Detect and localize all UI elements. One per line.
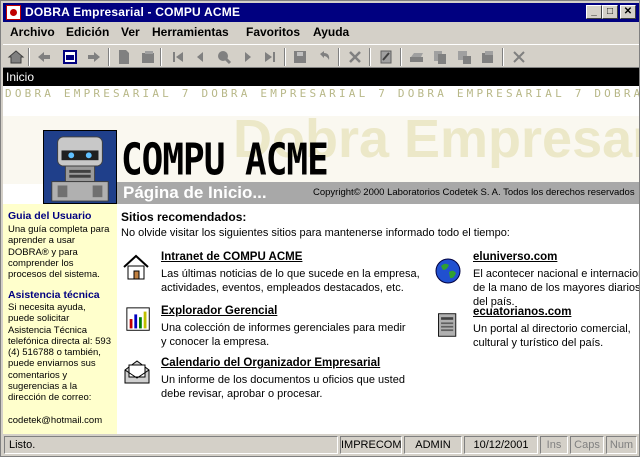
support-email-link[interactable]: codetek@hotmail.com	[8, 415, 114, 426]
toolbar-separator	[400, 48, 402, 66]
site-link-explorador[interactable]: Explorador Gerencial	[161, 305, 277, 317]
search-icon[interactable]	[215, 48, 233, 66]
house-icon[interactable]	[121, 252, 151, 282]
maximize-icon: □	[606, 6, 614, 17]
import-icon[interactable]	[479, 48, 497, 66]
toolbar-separator	[502, 48, 504, 66]
status-num: Num	[606, 436, 637, 454]
menu-ayuda[interactable]: Ayuda	[313, 25, 349, 39]
forward-icon[interactable]	[85, 48, 103, 66]
sites-heading: Sitios recomendados:	[121, 210, 247, 224]
status-company: IMPRECOM	[340, 436, 402, 454]
export-icon[interactable]	[455, 48, 473, 66]
undo-icon[interactable]	[315, 48, 333, 66]
letter-envelope-icon[interactable]	[121, 356, 151, 386]
directory-book-icon[interactable]	[435, 311, 465, 341]
toolbar-separator	[369, 48, 371, 66]
home-icon[interactable]	[7, 48, 25, 66]
guide-description: Una guía completa para aprender a usar D…	[8, 224, 110, 281]
delete-icon[interactable]	[346, 48, 364, 66]
toolbar	[3, 44, 639, 68]
close-icon: ✕	[623, 6, 633, 17]
location-bar: Inicio	[3, 68, 639, 86]
minimize-button[interactable]: _	[586, 5, 602, 19]
site-link-eluniverso[interactable]: eluniverso.com	[473, 251, 557, 263]
copy-icon[interactable]	[431, 48, 449, 66]
banner-marquee: DOBRA EMPRESARIAL 7 DOBRA EMPRESARIAL 7 …	[5, 87, 639, 100]
previous-icon[interactable]	[191, 48, 209, 66]
status-caps: Caps	[570, 436, 604, 454]
window-icon[interactable]	[61, 48, 79, 66]
guide-link[interactable]: Guia del Usuario	[8, 210, 91, 222]
site-description: Un informe de los documentos u oficios q…	[161, 374, 405, 400]
toolbar-separator	[108, 48, 110, 66]
last-icon[interactable]	[261, 48, 279, 66]
site-link-calendario[interactable]: Calendario del Organizador Empresarial	[161, 357, 380, 369]
copyright-text: Copyright© 2000 Laboratorios Codetek S. …	[313, 187, 635, 198]
menu-edicion[interactable]: Edición	[66, 25, 109, 39]
site-link-intranet[interactable]: Intranet de COMPU ACME	[161, 251, 302, 263]
application-window: DOBRA Empresarial - COMPU ACME _ □ ✕ Arc…	[0, 0, 640, 457]
window-title: DOBRA Empresarial - COMPU ACME	[25, 5, 241, 19]
print-icon[interactable]	[408, 48, 426, 66]
new-document-icon[interactable]	[115, 48, 133, 66]
toolbar-separator	[284, 48, 286, 66]
toolbar-separator	[28, 48, 30, 66]
status-message: Listo.	[4, 436, 338, 454]
save-icon[interactable]	[291, 48, 309, 66]
status-date: 10/12/2001	[464, 436, 538, 454]
menu-bar: Archivo Edición Ver Herramientas Favorit…	[3, 23, 639, 42]
product-title: COMPU ACME	[121, 136, 329, 186]
status-bar: Listo. IMPRECOM ADMIN 10/12/2001 Ins Cap…	[3, 435, 639, 455]
robot-mascot-icon	[43, 130, 117, 204]
menu-ver[interactable]: Ver	[121, 25, 140, 39]
start-page: DOBRA EMPRESARIAL 7 DOBRA EMPRESARIAL 7 …	[3, 86, 639, 434]
next-icon[interactable]	[239, 48, 257, 66]
site-description: Un portal al directorio comercial, cultu…	[473, 323, 631, 349]
status-ins: Ins	[540, 436, 568, 454]
menu-archivo[interactable]: Archivo	[10, 25, 55, 39]
close-button[interactable]: ✕	[620, 5, 636, 19]
title-bar[interactable]: DOBRA Empresarial - COMPU ACME _ □ ✕	[3, 3, 639, 22]
status-user: ADMIN	[404, 436, 462, 454]
globe-icon[interactable]	[433, 256, 463, 286]
app-icon[interactable]	[6, 5, 21, 20]
edit-icon[interactable]	[377, 48, 395, 66]
site-description: Las últimas noticias de lo que sucede en…	[161, 268, 420, 294]
site-link-ecuatorianos[interactable]: ecuatorianos.com	[473, 306, 571, 318]
sites-intro: No olvide visitar los siguientes sitios …	[121, 227, 510, 239]
toolbar-separator	[338, 48, 340, 66]
page-subtitle: Página de Inicio...	[123, 183, 267, 202]
back-icon[interactable]	[35, 48, 53, 66]
maximize-button[interactable]: □	[602, 5, 618, 19]
support-heading: Asistencia técnica	[8, 289, 100, 301]
menu-herramientas[interactable]: Herramientas	[152, 25, 229, 39]
sidebar: Guia del Usuario Una guía completa para …	[3, 204, 117, 434]
close-icon[interactable]	[510, 48, 528, 66]
support-description: Si necesita ayuda, puede solicitar Asist…	[8, 302, 111, 404]
site-description: Una colección de informes gerenciales pa…	[161, 322, 406, 348]
toolbar-separator	[160, 48, 162, 66]
report-chart-icon[interactable]	[125, 306, 155, 336]
minimize-icon: _	[591, 6, 597, 17]
site-description: El acontecer nacional e internacional de…	[473, 268, 639, 308]
open-icon[interactable]	[139, 48, 157, 66]
menu-favoritos[interactable]: Favoritos	[246, 25, 300, 39]
first-icon[interactable]	[169, 48, 187, 66]
